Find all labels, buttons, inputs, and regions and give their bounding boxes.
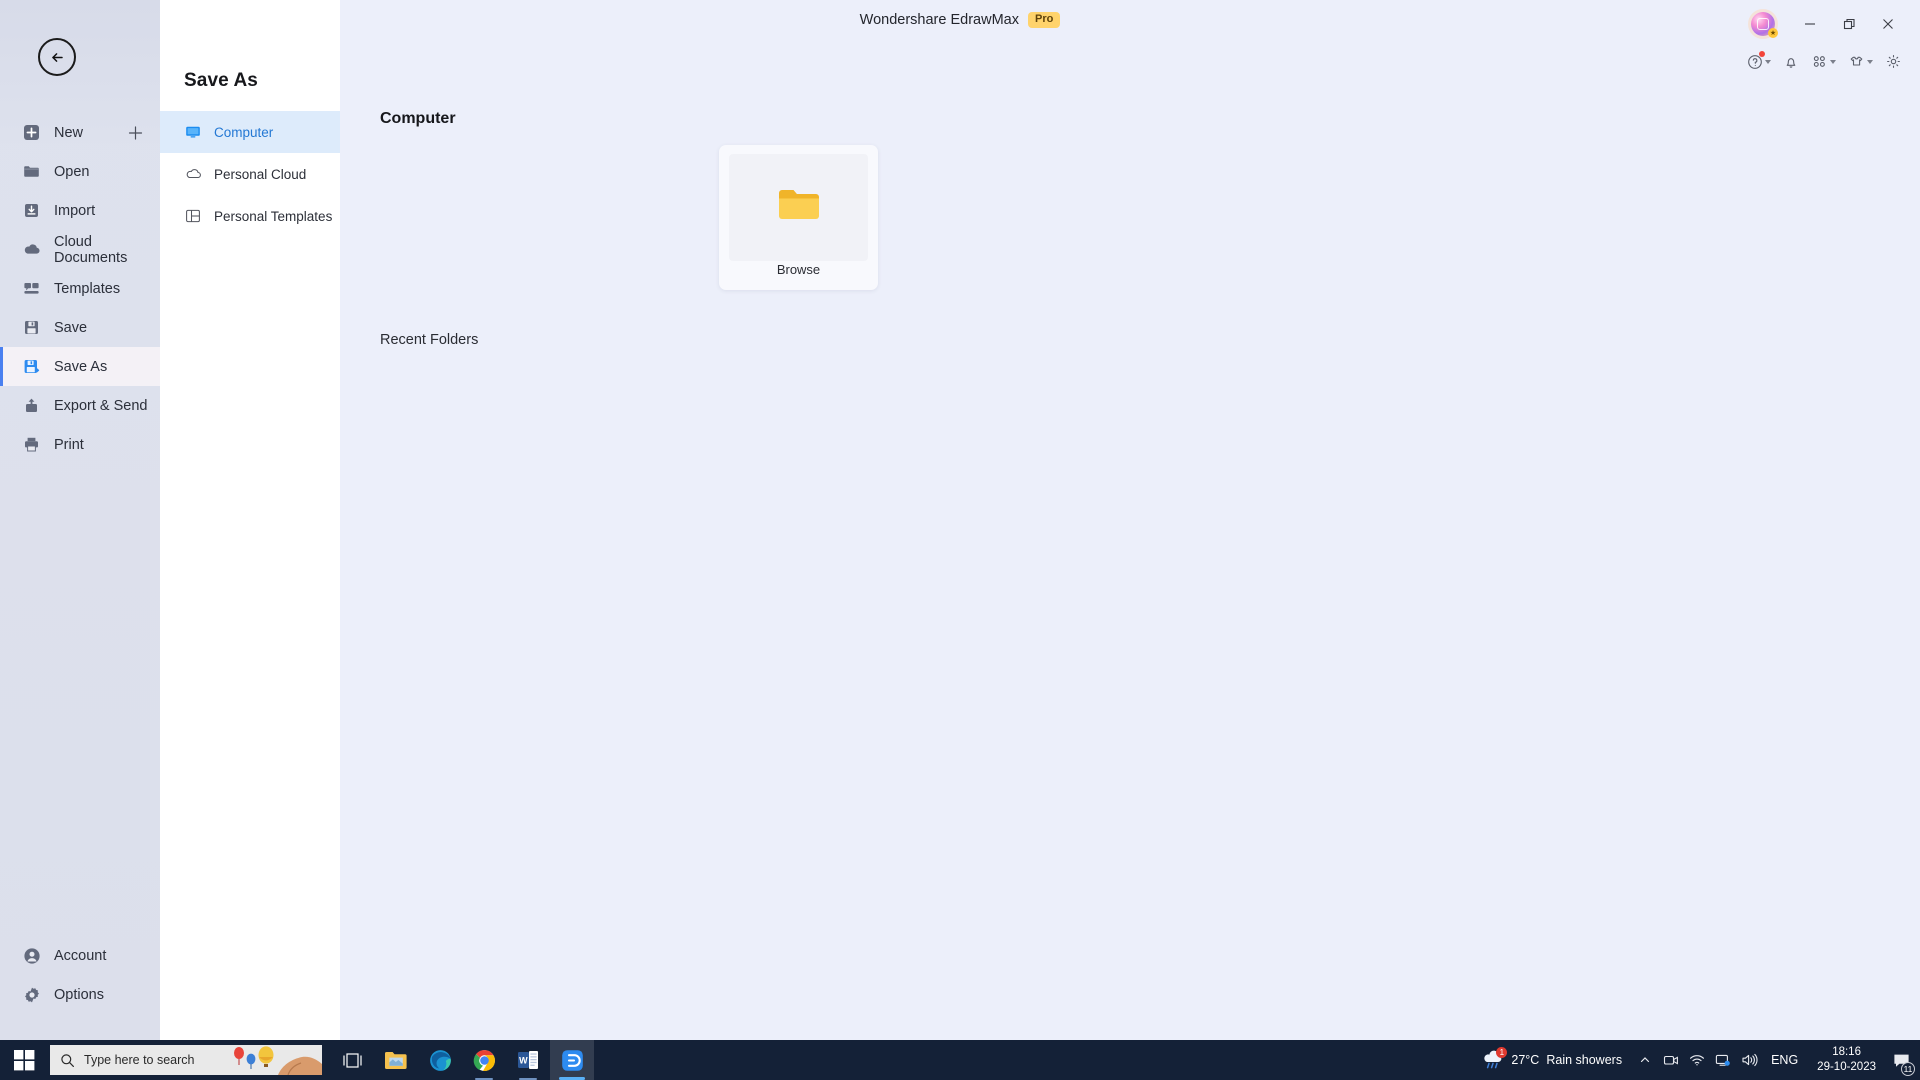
monitor-icon — [184, 123, 202, 141]
weather-rain-icon: 1 — [1482, 1047, 1508, 1070]
rail-item-label: Cloud Documents — [54, 233, 128, 266]
file-explorer-icon[interactable] — [374, 1040, 418, 1080]
save-as-content: Computer Browse Recent Folders — [340, 0, 1920, 1000]
destination-personal-cloud[interactable]: Personal Cloud — [160, 153, 340, 195]
rail-item-new[interactable]: New — [0, 113, 160, 152]
rail-item-label: Import — [54, 202, 96, 219]
notification-center-button[interactable]: 11 — [1886, 1040, 1916, 1080]
microsoft-word-icon[interactable]: W — [506, 1040, 550, 1080]
add-new-button[interactable] — [128, 125, 143, 140]
rail-item-export-send[interactable]: Export & Send — [0, 386, 160, 425]
search-decoration-balloons-icon — [226, 1045, 322, 1075]
save-as-destination-list: Computer Personal Cloud Personal Templat… — [160, 111, 340, 237]
clock-date: 29-10-2023 — [1817, 1061, 1876, 1073]
browse-card[interactable]: Browse — [719, 145, 878, 290]
microsoft-edge-icon[interactable] — [418, 1040, 462, 1080]
browse-label: Browse — [776, 262, 821, 277]
weather-widget[interactable]: 1 27°C Rain showers — [1472, 1047, 1632, 1070]
edrawmax-window: Wondershare EdrawMax Pro ★ New Open Impo… — [0, 0, 1920, 1040]
weather-temperature: 27°C — [1511, 1053, 1540, 1067]
weather-description: Rain showers — [1546, 1053, 1623, 1067]
network-icon[interactable] — [1710, 1040, 1736, 1080]
backstage-rail: New Open Import Cloud Documents Template… — [0, 0, 160, 1040]
rail-item-label: Export & Send — [54, 397, 148, 414]
back-button[interactable] — [38, 38, 76, 76]
system-tray: 1 27°C Rain showers ENG 18:16 29-10-2023… — [1472, 1040, 1920, 1080]
search-placeholder-text: Type here to search — [84, 1053, 195, 1067]
show-hidden-icons-chevron-icon[interactable] — [1632, 1040, 1658, 1080]
destination-label: Computer — [214, 124, 274, 140]
wifi-icon[interactable] — [1684, 1040, 1710, 1080]
volume-icon[interactable] — [1736, 1040, 1762, 1080]
destination-computer[interactable]: Computer — [160, 111, 340, 153]
options-gear-icon — [22, 985, 41, 1004]
backstage-menu: New Open Import Cloud Documents Template… — [0, 113, 160, 464]
section-title: Computer — [380, 110, 456, 127]
cloud-outline-icon — [184, 165, 202, 183]
browse-thumbnail — [729, 154, 868, 261]
destination-label: Personal Templates — [214, 208, 333, 224]
rail-item-open[interactable]: Open — [0, 152, 160, 191]
clock-time: 18:16 — [1832, 1046, 1861, 1058]
search-icon — [60, 1053, 75, 1068]
clock[interactable]: 18:16 29-10-2023 — [1807, 1045, 1886, 1075]
print-icon — [22, 435, 41, 454]
rail-item-cloud-documents[interactable]: Cloud Documents — [0, 230, 160, 269]
taskbar-apps: W — [330, 1040, 594, 1080]
windows-taskbar: Type here to search W 1 27°C Rain shower… — [0, 1040, 1920, 1080]
export-send-icon — [22, 396, 41, 415]
weather-badge: 1 — [1496, 1047, 1508, 1058]
cloud-icon — [22, 240, 41, 259]
search-input[interactable]: Type here to search — [50, 1045, 322, 1075]
folder-icon — [777, 185, 821, 230]
rail-item-import[interactable]: Import — [0, 191, 160, 230]
recent-folders-title: Recent Folders — [380, 332, 479, 348]
save-as-panel: Save As Computer Personal Cloud Personal… — [160, 0, 340, 1040]
google-chrome-icon[interactable] — [462, 1040, 506, 1080]
rail-item-label: Save — [54, 319, 88, 336]
open-folder-icon — [22, 162, 41, 181]
rail-item-label: Print — [54, 436, 84, 453]
task-view-icon[interactable] — [330, 1040, 374, 1080]
template-layout-icon — [184, 207, 202, 225]
rail-item-label: Options — [54, 986, 104, 1003]
edrawmax-icon[interactable] — [550, 1040, 594, 1080]
save-as-icon — [22, 357, 41, 376]
svg-text:W: W — [519, 1055, 528, 1065]
screen: Wondershare EdrawMax Pro ★ New Open Impo… — [0, 0, 1920, 1080]
destination-label: Personal Cloud — [214, 166, 307, 182]
meet-now-camera-icon[interactable] — [1658, 1040, 1684, 1080]
backstage-bottom-menu: Account Options — [0, 936, 160, 1014]
account-icon — [22, 946, 41, 965]
start-button[interactable] — [0, 1040, 48, 1080]
rail-item-label: Account — [54, 947, 107, 964]
save-icon — [22, 318, 41, 337]
rail-item-label: New — [54, 124, 84, 141]
rail-item-options[interactable]: Options — [0, 975, 160, 1014]
templates-icon — [22, 279, 41, 298]
notification-count-badge: 11 — [1901, 1062, 1915, 1076]
import-icon — [22, 201, 41, 220]
new-icon — [22, 123, 41, 142]
destination-personal-templates[interactable]: Personal Templates — [160, 195, 340, 237]
rail-item-label: Templates — [54, 280, 121, 297]
panel-title: Save As — [184, 70, 258, 91]
rail-item-templates[interactable]: Templates — [0, 269, 160, 308]
rail-item-print[interactable]: Print — [0, 425, 160, 464]
rail-item-save[interactable]: Save — [0, 308, 160, 347]
language-indicator[interactable]: ENG — [1762, 1053, 1807, 1067]
rail-item-account[interactable]: Account — [0, 936, 160, 975]
rail-item-label: Save As — [54, 358, 108, 375]
rail-item-save-as[interactable]: Save As — [0, 347, 160, 386]
rail-item-label: Open — [54, 163, 90, 180]
